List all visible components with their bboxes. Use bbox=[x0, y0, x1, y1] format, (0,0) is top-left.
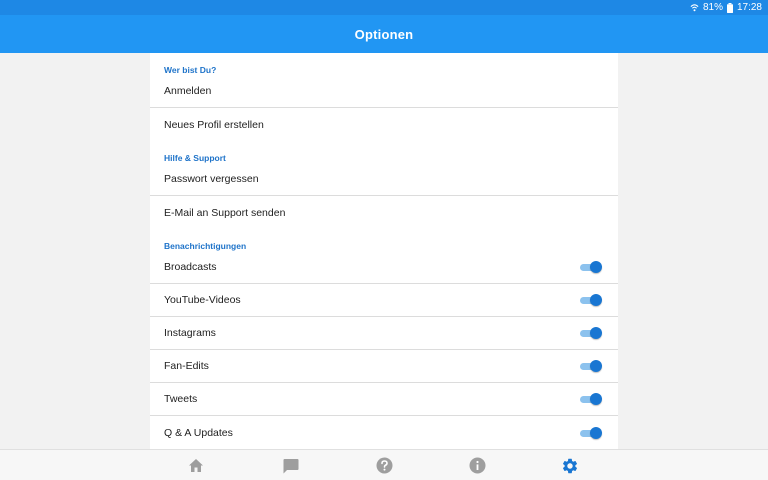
notification-item-youtube[interactable]: YouTube-Videos bbox=[150, 284, 618, 317]
fan-edits-toggle[interactable] bbox=[580, 360, 602, 372]
new-profile-label: Neues Profil erstellen bbox=[164, 118, 264, 131]
email-support-label: E-Mail an Support senden bbox=[164, 206, 286, 219]
notification-label: Broadcasts bbox=[164, 261, 217, 273]
nav-help-button[interactable] bbox=[364, 450, 404, 480]
login-item[interactable]: Anmelden bbox=[150, 75, 618, 108]
notification-label: Fan-Edits bbox=[164, 360, 209, 372]
forgot-password-item[interactable]: Passwort vergessen bbox=[150, 163, 618, 196]
section-header-who: Wer bist Du? bbox=[164, 65, 217, 75]
notification-label: Q & A Updates bbox=[164, 426, 233, 439]
forgot-password-label: Passwort vergessen bbox=[164, 173, 259, 185]
nav-settings-button[interactable] bbox=[550, 450, 590, 480]
notification-item-broadcasts[interactable]: Broadcasts bbox=[150, 251, 618, 284]
gear-icon bbox=[561, 457, 579, 475]
section-header-notifications: Benachrichtigungen bbox=[164, 241, 247, 251]
wifi-icon bbox=[690, 3, 699, 12]
battery-percent: 81% bbox=[702, 2, 723, 13]
nav-home-button[interactable] bbox=[176, 450, 216, 480]
notification-item-instagrams[interactable]: Instagrams bbox=[150, 317, 618, 350]
clock: 17:28 bbox=[736, 2, 762, 13]
tweets-toggle[interactable] bbox=[580, 393, 602, 405]
youtube-toggle[interactable] bbox=[580, 294, 602, 306]
chat-icon bbox=[282, 458, 299, 474]
status-bar: 81% 17:28 bbox=[0, 0, 768, 15]
notification-label: Tweets bbox=[164, 393, 198, 405]
login-label: Anmelden bbox=[164, 85, 212, 97]
home-icon bbox=[188, 458, 204, 473]
notification-label: YouTube-Videos bbox=[164, 294, 241, 306]
page-title: Optionen bbox=[354, 26, 414, 42]
instagrams-toggle[interactable] bbox=[580, 327, 602, 339]
nav-chat-button[interactable] bbox=[270, 450, 310, 480]
notification-item-qa-updates[interactable]: Q & A Updates bbox=[150, 416, 618, 449]
info-icon bbox=[469, 457, 486, 474]
notification-item-tweets[interactable]: Tweets bbox=[150, 383, 618, 416]
qa-updates-toggle[interactable] bbox=[580, 426, 602, 439]
app-bar: Optionen bbox=[0, 15, 768, 53]
bottom-nav bbox=[0, 449, 768, 480]
battery-icon bbox=[726, 2, 733, 13]
notification-label: Instagrams bbox=[164, 327, 216, 339]
notification-item-fan-edits[interactable]: Fan-Edits bbox=[150, 350, 618, 383]
new-profile-item[interactable]: Neues Profil erstellen bbox=[150, 108, 618, 141]
email-support-item[interactable]: E-Mail an Support senden bbox=[150, 196, 618, 229]
broadcasts-toggle[interactable] bbox=[580, 261, 602, 273]
settings-list[interactable]: Wer bist Du? Anmelden Neues Profil erste… bbox=[150, 53, 618, 449]
help-icon bbox=[376, 457, 393, 474]
section-header-help: Hilfe & Support bbox=[164, 153, 226, 163]
nav-info-button[interactable] bbox=[457, 450, 497, 480]
